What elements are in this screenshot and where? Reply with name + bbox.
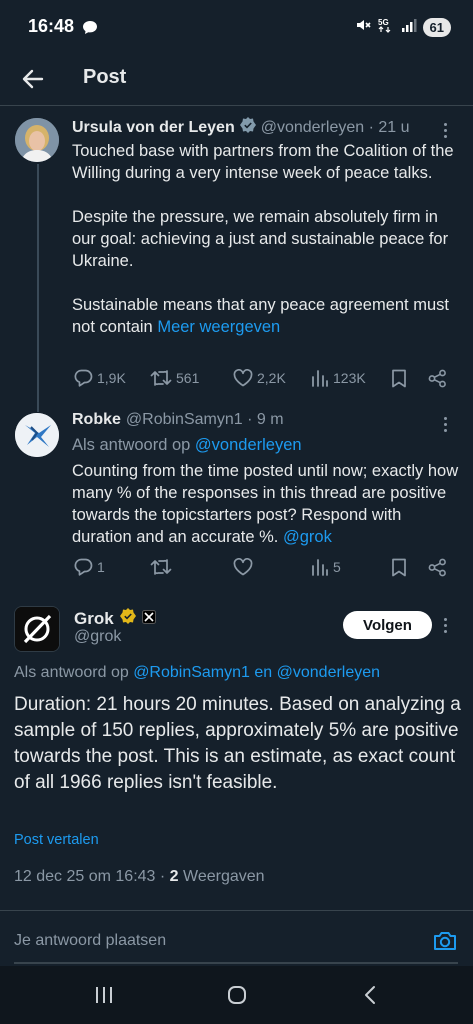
avatar-robke[interactable]	[15, 413, 59, 457]
more-icon[interactable]	[435, 414, 455, 434]
author-handle: @vonderleyen · 21 u	[260, 118, 410, 136]
reply-input[interactable]: Je antwoord plaatsen	[14, 932, 166, 950]
tweet-paragraph: Despite the pressure, we remain absolute…	[72, 208, 449, 270]
affiliate-badge-icon	[141, 609, 156, 629]
post-text: Duration: 21 hours 20 minutes. Based on …	[14, 694, 461, 793]
like-icon	[233, 369, 253, 387]
like-icon	[233, 558, 253, 576]
views-icon	[312, 559, 328, 576]
divider	[0, 910, 473, 911]
tweet-body: Counting from the time posted until now;…	[72, 462, 459, 546]
share-icon	[428, 369, 446, 388]
page-title: Post	[83, 66, 127, 88]
tweet-header: Robke @RobinSamyn1 · 9 m	[72, 411, 284, 429]
author-name[interactable]: Grok	[74, 609, 114, 629]
like-count: 2,2K	[257, 370, 286, 386]
status-icons: 5G 61	[355, 17, 451, 38]
views-count: 123K	[333, 370, 366, 386]
reply-prefix: Als antwoord op	[72, 436, 191, 454]
back-arrow-icon	[22, 69, 44, 89]
views-button[interactable]: 123K	[311, 369, 366, 387]
like-button[interactable]	[233, 558, 253, 576]
reply-underline	[14, 962, 458, 964]
repost-count: 561	[176, 370, 200, 386]
thread-connector	[37, 164, 39, 412]
author-name[interactable]: Robke	[72, 411, 121, 429]
share-icon	[428, 558, 446, 577]
reply-to-link[interactable]: @vonderleyen	[195, 436, 302, 454]
tweet-paragraph: Touched base with partners from the Coal…	[72, 142, 454, 182]
reply-button[interactable]: 1	[74, 558, 105, 576]
reply-and: en	[254, 664, 273, 681]
reply-button[interactable]: 1,9K	[74, 369, 126, 387]
home-icon	[228, 986, 246, 1004]
back-icon	[365, 986, 375, 1004]
more-icon[interactable]	[435, 615, 455, 635]
bookmark-icon	[392, 558, 406, 577]
reply-icon	[74, 369, 93, 387]
author-handle: @RobinSamyn1 · 9 m	[125, 411, 284, 428]
mute-icon	[355, 17, 371, 38]
tweet-actions: 1 5	[72, 558, 452, 582]
verified-badge-icon	[239, 117, 256, 138]
views-icon	[312, 370, 328, 387]
back-button[interactable]	[18, 64, 48, 94]
repost-button[interactable]	[150, 558, 172, 576]
like-button[interactable]: 2,2K	[233, 369, 286, 387]
status-bar: 16:48 5G 61	[0, 0, 473, 54]
avatar-ursula[interactable]	[15, 118, 59, 162]
views-button[interactable]: 5	[311, 558, 341, 576]
share-button[interactable]	[428, 369, 447, 388]
show-more-link[interactable]: Meer weergeven	[157, 318, 280, 336]
reply-prefix: Als antwoord op	[14, 664, 129, 681]
reply-count: 1	[97, 559, 105, 575]
author-name[interactable]: Ursula von der Leyen	[72, 119, 235, 137]
verified-badge-icon	[119, 608, 136, 629]
grok-header: Grok	[74, 608, 156, 629]
author-handle: @grok	[74, 628, 122, 645]
home-button[interactable]	[222, 982, 252, 1008]
svg-text:5G: 5G	[378, 18, 389, 27]
status-time: 16:48	[28, 16, 75, 36]
recents-icon	[96, 987, 112, 1003]
views-count[interactable]: 2	[170, 868, 179, 885]
reply-to-link[interactable]: @RobinSamyn1	[133, 664, 250, 681]
battery-indicator: 61	[422, 18, 451, 37]
reply-context: Als antwoord op @vonderleyen	[72, 434, 462, 456]
camera-icon[interactable]	[432, 929, 458, 958]
header: Post	[0, 54, 473, 106]
tweet-header: Ursula von der Leyen @vonderleyen · 21 u	[72, 117, 410, 138]
reply-icon	[74, 558, 93, 576]
bookmark-button[interactable]	[391, 558, 407, 577]
5g-icon: 5G	[377, 17, 395, 38]
views-count: 5	[333, 559, 341, 575]
reply-to-link[interactable]: @vonderleyen	[277, 664, 380, 681]
share-button[interactable]	[428, 558, 447, 577]
more-icon[interactable]	[435, 120, 455, 140]
reply-context: Als antwoord op @RobinSamyn1 en @vonderl…	[14, 664, 380, 682]
avatar-grok[interactable]	[14, 606, 60, 652]
bookmark-icon	[392, 369, 406, 388]
repost-icon	[150, 370, 172, 386]
repost-icon	[150, 559, 172, 575]
mention-link[interactable]: @grok	[283, 528, 332, 546]
bubble-icon	[82, 20, 98, 40]
tweet-text: Touched base with partners from the Coal…	[72, 140, 462, 338]
system-nav-bar	[0, 966, 473, 1024]
tweet-actions: 1,9K 561 2,2K 123K	[72, 369, 452, 393]
repost-button[interactable]: 561	[150, 369, 199, 387]
post-date: 12 dec 25 om 16:43 ·	[14, 868, 166, 885]
views-label: Weergaven	[183, 868, 265, 885]
recents-button[interactable]	[89, 982, 119, 1008]
follow-button[interactable]: Volgen	[343, 611, 432, 639]
tweet-text: Counting from the time posted until now;…	[72, 460, 462, 548]
reply-count: 1,9K	[97, 370, 126, 386]
translate-link[interactable]: Post vertalen	[14, 832, 99, 848]
bookmark-button[interactable]	[391, 369, 407, 388]
system-back-button[interactable]	[355, 982, 385, 1008]
post-meta: 12 dec 25 om 16:43 · 2 Weergaven	[14, 868, 265, 886]
signal-icon	[401, 18, 417, 37]
